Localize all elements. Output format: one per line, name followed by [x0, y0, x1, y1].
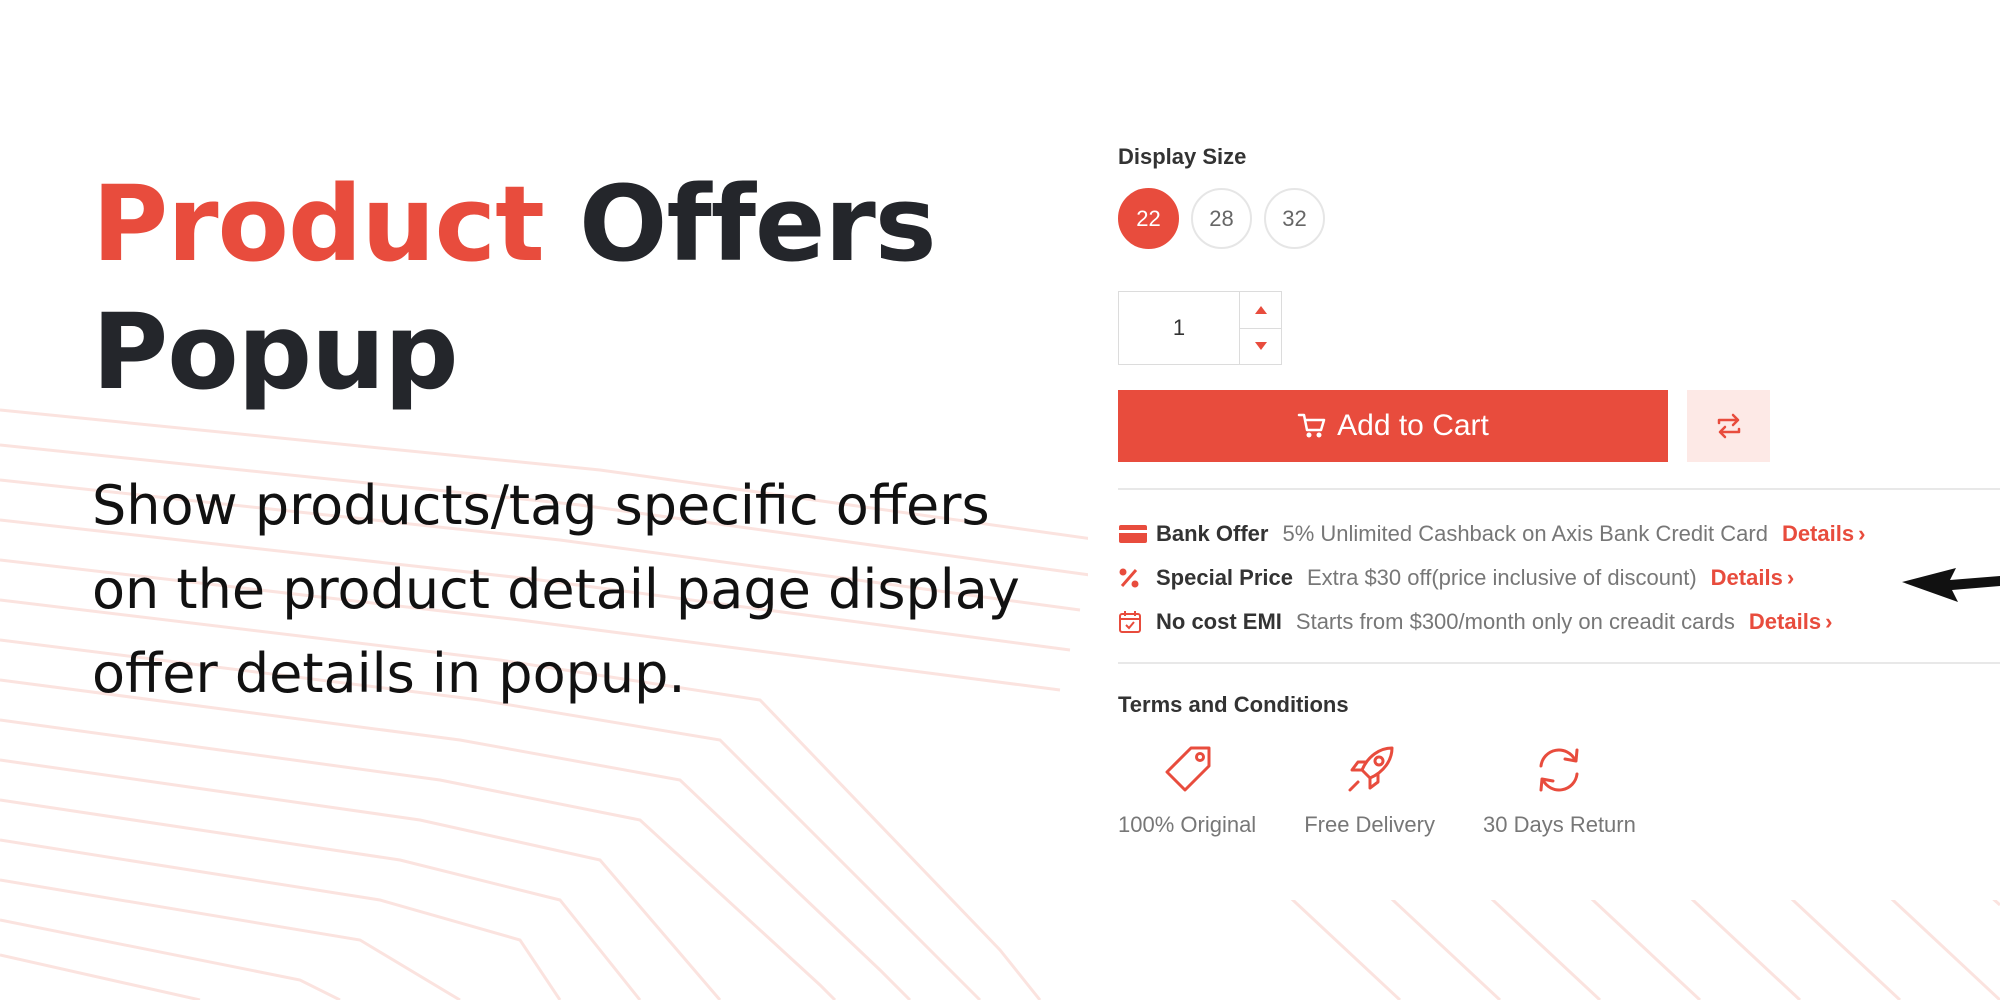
terms-and-conditions-label: Terms and Conditions	[1118, 692, 1349, 717]
product-detail-panel: Display Size 22 28 32 1 Add to Cart Bank…	[1088, 120, 2000, 900]
compare-button[interactable]	[1687, 390, 1770, 462]
quantity-decrease-button[interactable]	[1240, 329, 1281, 365]
chevron-right-icon: ›	[1786, 565, 1795, 590]
pointer-arrow-icon	[1902, 568, 2000, 602]
offers-list: Bank Offer 5% Unlimited Cashback on Axis…	[1118, 512, 1865, 644]
divider	[1118, 662, 2000, 664]
offer-details-label: Details	[1748, 609, 1822, 634]
hero-section: Product Offers Popup Show products/tag s…	[92, 160, 1052, 716]
feature-item: 30 Days Return	[1483, 740, 1636, 838]
offer-row: Bank Offer 5% Unlimited Cashback on Axis…	[1118, 512, 1865, 556]
hero-title: Product Offers Popup	[92, 160, 1052, 416]
divider	[1118, 488, 2000, 490]
offer-details-link[interactable]: Details ›	[1711, 565, 1794, 591]
offer-title: No cost EMI	[1156, 609, 1282, 634]
chevron-right-icon: ›	[1825, 609, 1833, 634]
caret-up-icon	[1254, 305, 1267, 314]
tag-icon	[1157, 740, 1217, 800]
offer-text: 5% Unlimited Cashback on Axis Bank Credi…	[1282, 521, 1768, 546]
hero-title-accent: Product	[92, 163, 545, 285]
offer-text: Starts from $300/month only on creadit c…	[1295, 609, 1735, 634]
credit-card-icon	[1118, 522, 1148, 546]
quantity-arrows	[1240, 292, 1281, 364]
add-to-cart-label: Add to Cart	[1337, 409, 1489, 442]
offer-row: No cost EMI Starts from $300/month only …	[1118, 600, 1865, 644]
caret-down-icon	[1254, 342, 1267, 351]
feature-item: 100% Original	[1118, 740, 1256, 838]
offer-details-label: Details	[1781, 521, 1855, 546]
percent-icon	[1118, 566, 1148, 590]
add-to-cart-button[interactable]: Add to Cart	[1118, 390, 1668, 462]
compare-icon	[1717, 413, 1740, 439]
size-option[interactable]: 22	[1118, 188, 1179, 249]
offer-details-link[interactable]: Details ›	[1749, 609, 1832, 635]
features-list: 100% Original Free Delivery 30 Days Retu…	[1118, 740, 1684, 838]
hero-title-line2: Popup	[92, 291, 459, 413]
quantity-stepper: 1	[1118, 291, 1282, 365]
offer-title: Bank Offer	[1156, 521, 1269, 546]
feature-label: 100% Original	[1118, 812, 1257, 837]
cart-icon	[1297, 413, 1326, 438]
feature-label: Free Delivery	[1304, 812, 1435, 837]
calendar-icon	[1118, 610, 1148, 634]
chevron-right-icon: ›	[1858, 521, 1866, 546]
quantity-input[interactable]: 1	[1119, 292, 1240, 364]
offer-details-label: Details	[1710, 565, 1783, 590]
feature-label: 30 Days Return	[1483, 812, 1636, 837]
offer-row: Special Price Extra $30 off(price inclus…	[1118, 556, 1865, 600]
size-option[interactable]: 28	[1191, 188, 1252, 249]
size-options: 22 28 32	[1118, 188, 1325, 249]
offer-text: Extra $30 off(price inclusive of discoun…	[1306, 565, 1697, 590]
hero-description: Show products/tag specific offers on the…	[92, 474, 1020, 705]
return-icon	[1529, 740, 1589, 800]
rocket-icon	[1340, 740, 1400, 800]
offer-details-link[interactable]: Details ›	[1782, 521, 1865, 547]
quantity-increase-button[interactable]	[1240, 292, 1281, 329]
hero-title-word: Offers	[579, 163, 937, 285]
feature-item: Free Delivery	[1304, 740, 1435, 838]
display-size-label: Display Size	[1118, 144, 1247, 169]
size-option[interactable]: 32	[1264, 188, 1325, 249]
offer-title: Special Price	[1156, 565, 1293, 590]
